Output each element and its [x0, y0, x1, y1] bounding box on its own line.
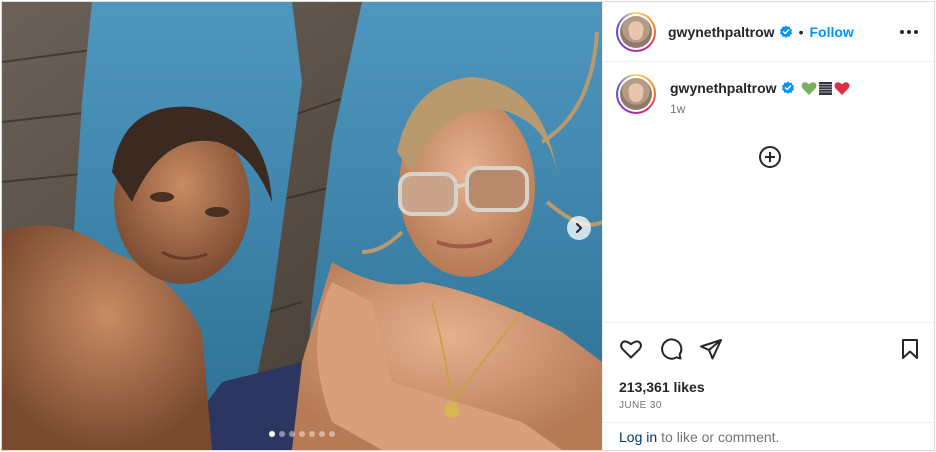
likes-count[interactable]: 213,361 likes [619, 379, 705, 395]
carousel-dot [269, 431, 275, 437]
verified-badge-icon [781, 81, 795, 95]
avatar-image [620, 78, 652, 110]
carousel-dot [289, 431, 295, 437]
post-caption: gwynethpaltrow 1w [616, 74, 926, 116]
action-bar [619, 337, 723, 361]
add-comment-icon[interactable] [758, 145, 782, 169]
post-photo [2, 2, 602, 450]
carousel-dot [299, 431, 305, 437]
post-media[interactable] [2, 2, 602, 450]
post-date: JUNE 30 [619, 400, 662, 411]
black-flag-icon [818, 81, 832, 95]
post-actions: 213,361 likes JUNE 30 [603, 322, 934, 422]
chevron-right-icon [576, 223, 582, 233]
caption-body: gwynethpaltrow 1w [670, 80, 850, 116]
red-heart-icon [834, 81, 850, 95]
caption-emojis [801, 81, 850, 96]
carousel-dot [309, 431, 315, 437]
login-prompt: Log in to like or comment. [603, 422, 934, 450]
follow-button[interactable]: Follow [809, 24, 853, 40]
avatar-image [620, 15, 652, 48]
avatar[interactable] [616, 11, 656, 52]
post-header: gwynethpaltrow • Follow [603, 2, 934, 62]
header-username[interactable]: gwynethpaltrow [668, 24, 775, 40]
header-separator: • [798, 23, 804, 40]
verified-badge-icon [779, 25, 793, 39]
carousel-indicator [2, 431, 602, 437]
heart-icon[interactable] [619, 337, 643, 361]
instagram-post: gwynethpaltrow • Follow gwynethpaltrow 1… [1, 1, 935, 451]
login-link[interactable]: Log in [619, 429, 657, 445]
carousel-dot [279, 431, 285, 437]
green-heart-icon [801, 81, 817, 95]
login-prompt-text: to like or comment. [661, 428, 780, 445]
carousel-dot [329, 431, 335, 437]
caption-username[interactable]: gwynethpaltrow [670, 80, 777, 96]
more-options-icon[interactable] [900, 22, 918, 42]
carousel-dot [319, 431, 325, 437]
comment-icon[interactable] [659, 337, 683, 361]
bookmark-icon[interactable] [898, 337, 922, 361]
post-side-panel: gwynethpaltrow • Follow gwynethpaltrow 1… [602, 2, 934, 450]
caption-line: gwynethpaltrow [670, 80, 850, 96]
share-icon[interactable] [699, 337, 723, 361]
carousel-next-button[interactable] [567, 216, 591, 240]
post-time: 1w [670, 102, 686, 116]
caption-avatar[interactable] [616, 74, 656, 114]
